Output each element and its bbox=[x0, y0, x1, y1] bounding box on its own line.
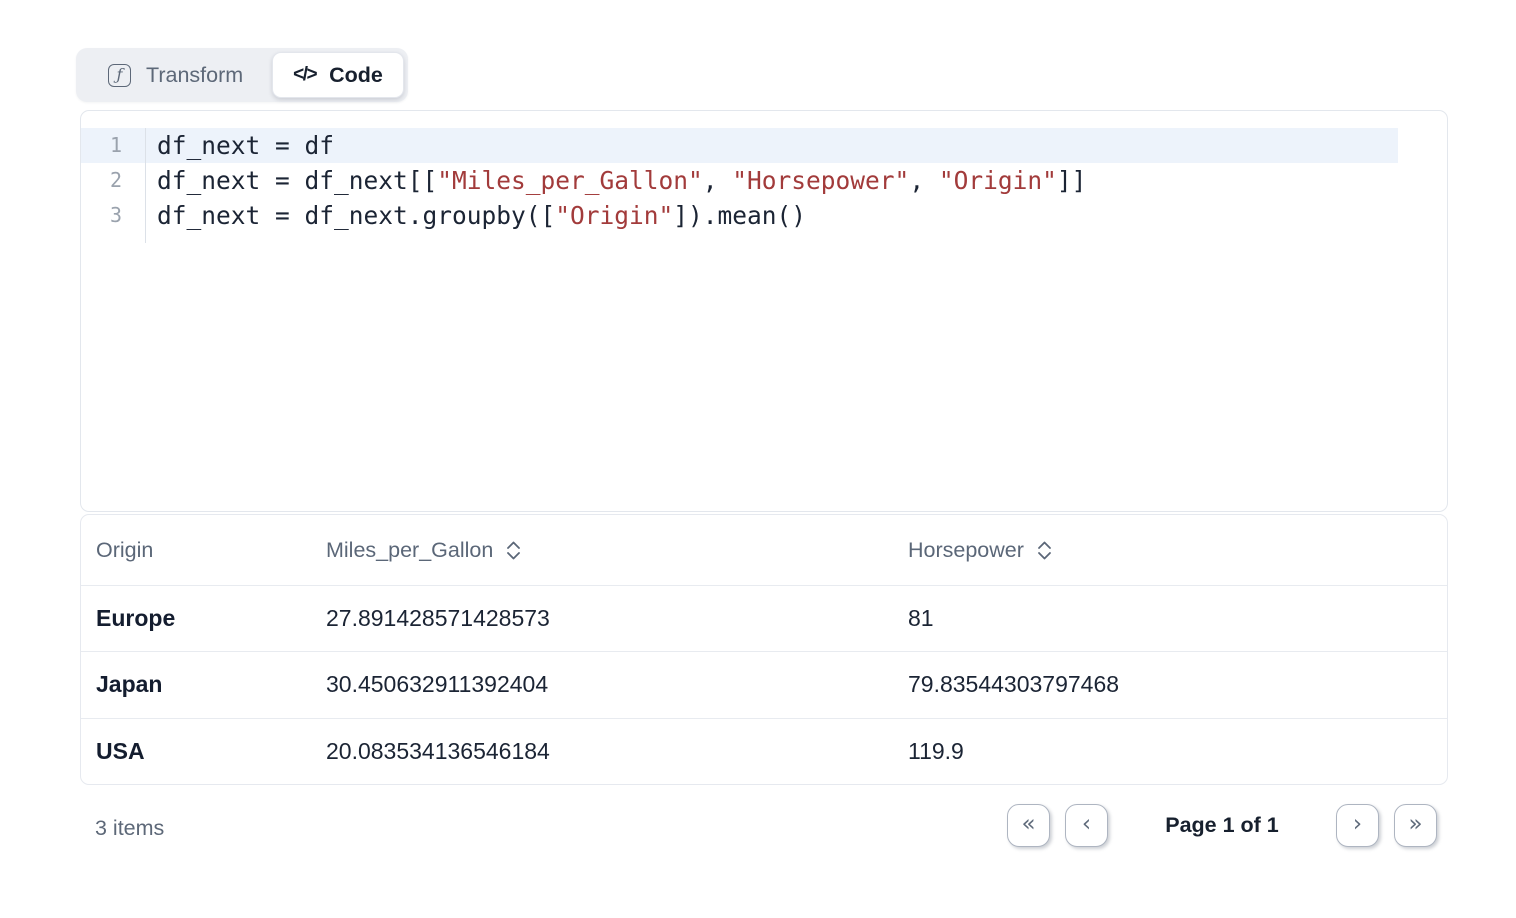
code-line-content: df_next = df_next.groupby(["Origin"]).me… bbox=[146, 198, 806, 233]
sort-icon[interactable] bbox=[506, 540, 521, 561]
function-icon: ƒ bbox=[108, 64, 131, 87]
cell-miles-per-gallon: 30.450632911392404 bbox=[326, 671, 908, 698]
line-number: 3 bbox=[81, 198, 146, 233]
cell-origin: USA bbox=[81, 738, 326, 765]
chevron-left-icon: ‹ bbox=[1082, 813, 1091, 836]
table-header-row: Origin Miles_per_Gallon Horsepower bbox=[81, 515, 1447, 585]
chevrons-left-icon: « bbox=[1021, 813, 1035, 836]
tab-transform[interactable]: ƒ Transform bbox=[80, 52, 272, 98]
cell-origin: Japan bbox=[81, 671, 326, 698]
column-header-horsepower[interactable]: Horsepower bbox=[908, 538, 1447, 563]
view-toggle: ƒ Transform </> Code bbox=[76, 48, 408, 102]
pagination: « ‹ Page 1 of 1 › » bbox=[1007, 804, 1437, 847]
first-page-button[interactable]: « bbox=[1007, 804, 1050, 847]
column-header-origin: Origin bbox=[81, 538, 326, 563]
cell-miles-per-gallon: 20.083534136546184 bbox=[326, 738, 908, 765]
cell-origin: Europe bbox=[81, 605, 326, 632]
code-line[interactable]: 3 df_next = df_next.groupby(["Origin"]).… bbox=[81, 198, 1398, 233]
items-count: 3 items bbox=[95, 816, 164, 841]
prev-page-button[interactable]: ‹ bbox=[1065, 804, 1108, 847]
tab-code[interactable]: </> Code bbox=[272, 52, 404, 98]
sort-icon[interactable] bbox=[1037, 540, 1052, 561]
next-page-button[interactable]: › bbox=[1336, 804, 1379, 847]
code-line-content: df_next = df bbox=[146, 128, 334, 163]
page-indicator: Page 1 of 1 bbox=[1108, 813, 1336, 838]
chevrons-right-icon: » bbox=[1408, 813, 1422, 836]
chevron-right-icon: › bbox=[1353, 813, 1362, 836]
cell-horsepower: 81 bbox=[908, 605, 1447, 632]
code-icon: </> bbox=[293, 64, 316, 86]
code-editor[interactable]: 1 df_next = df 2 df_next = df_next[["Mil… bbox=[80, 110, 1448, 512]
cell-miles-per-gallon: 27.891428571428573 bbox=[326, 605, 908, 632]
table-row: USA 20.083534136546184 119.9 bbox=[81, 718, 1447, 784]
cell-horsepower: 119.9 bbox=[908, 738, 1447, 765]
table-row: Japan 30.450632911392404 79.835443037974… bbox=[81, 651, 1447, 717]
table-row: Europe 27.891428571428573 81 bbox=[81, 585, 1447, 651]
app: ƒ Transform </> Code 1 df_next = df 2 df… bbox=[0, 0, 1516, 918]
column-header-miles-per-gallon[interactable]: Miles_per_Gallon bbox=[326, 538, 908, 563]
line-number: 1 bbox=[81, 128, 146, 163]
tab-code-label: Code bbox=[329, 63, 383, 88]
gutter-divider bbox=[81, 233, 146, 243]
cell-horsepower: 79.83544303797468 bbox=[908, 671, 1447, 698]
code-line[interactable]: 2 df_next = df_next[["Miles_per_Gallon",… bbox=[81, 163, 1398, 198]
code-line[interactable]: 1 df_next = df bbox=[81, 128, 1398, 163]
code-line-content: df_next = df_next[["Miles_per_Gallon", "… bbox=[146, 163, 1086, 198]
line-number: 2 bbox=[81, 163, 146, 198]
tab-transform-label: Transform bbox=[146, 63, 243, 88]
last-page-button[interactable]: » bbox=[1394, 804, 1437, 847]
results-table: Origin Miles_per_Gallon Horsepower bbox=[80, 514, 1448, 785]
